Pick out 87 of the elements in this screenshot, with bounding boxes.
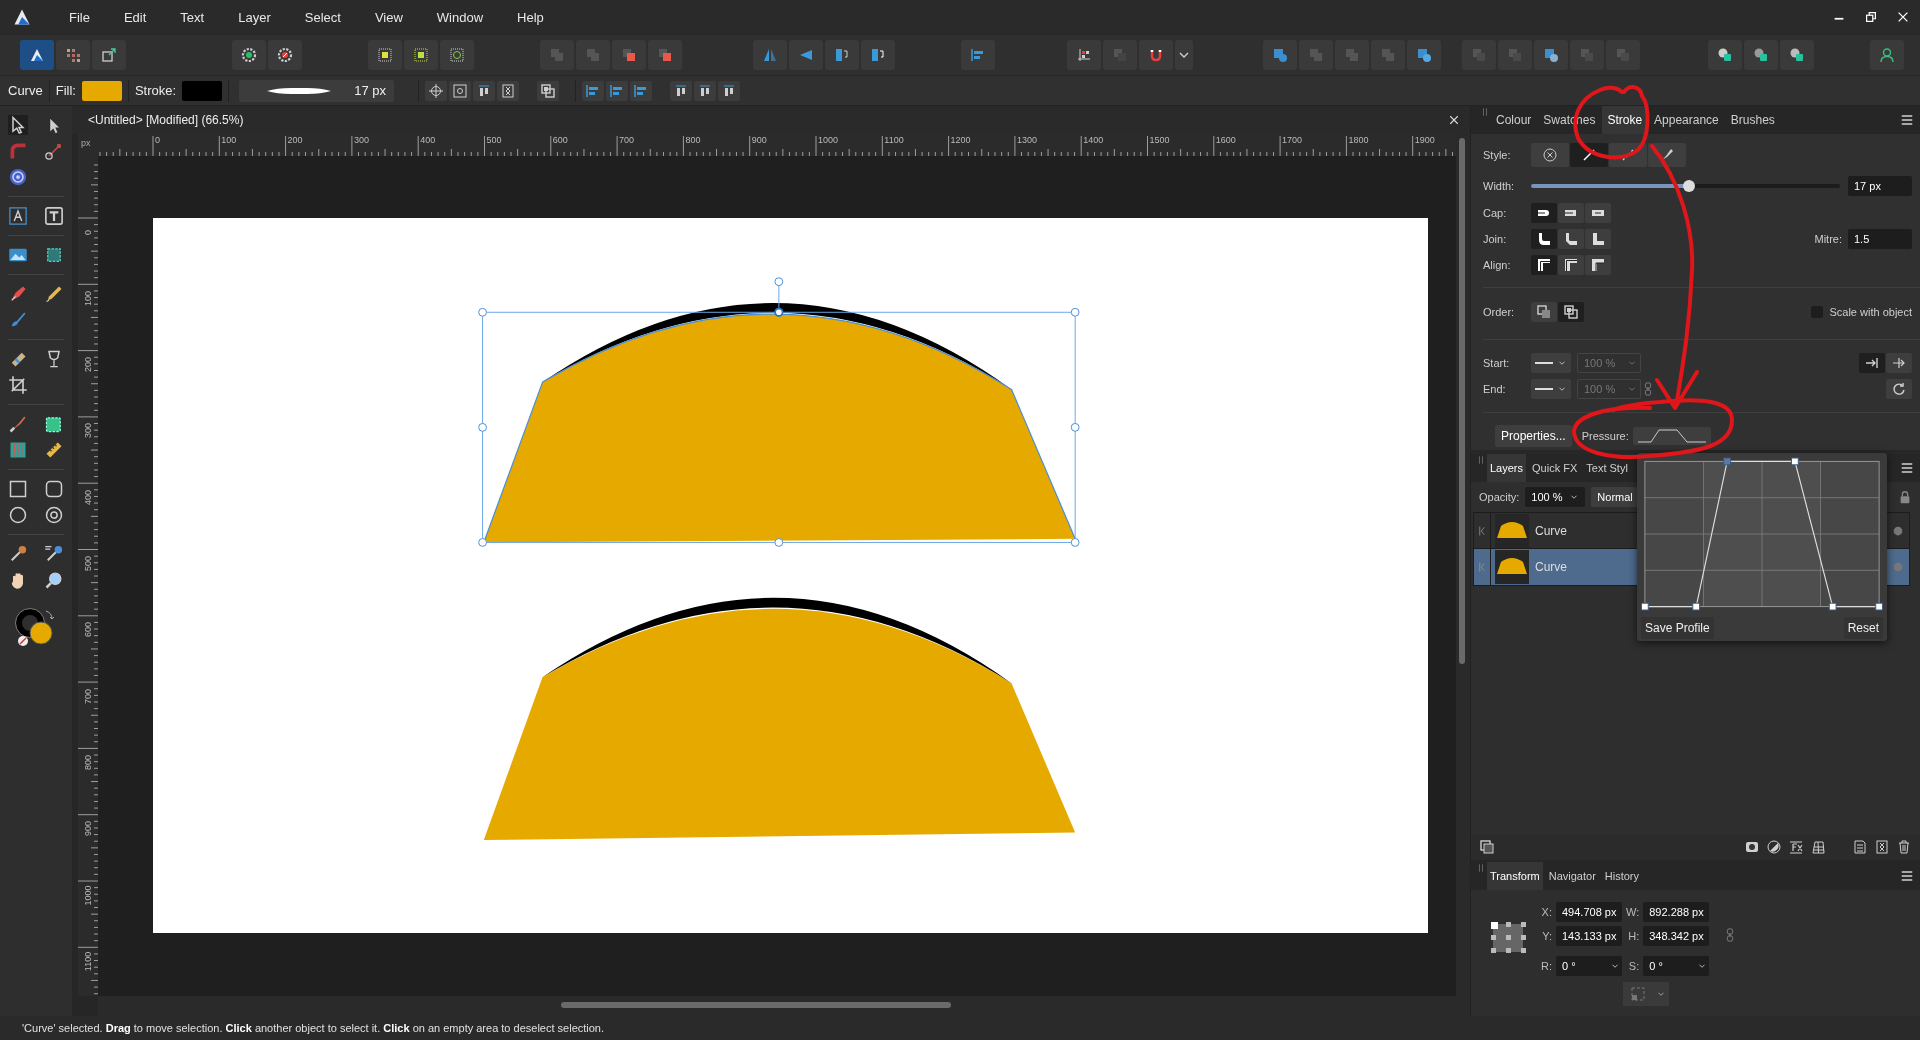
- ruler-label: 800: [685, 135, 701, 145]
- ruler-label: 300: [353, 135, 369, 145]
- ruler-label: 100: [221, 135, 237, 145]
- stroke-label: Stroke:: [134, 83, 177, 98]
- ruler-label: 0: [82, 228, 94, 237]
- ruler-label: 700: [619, 135, 635, 145]
- ruler-label: 1500: [1149, 135, 1170, 145]
- menu-item[interactable]: Select: [287, 9, 358, 25]
- panel-tab[interactable]: Colour: [1491, 106, 1537, 134]
- style-label: Style:: [1483, 149, 1512, 161]
- fill-label: Fill:: [55, 83, 76, 98]
- ruler-label: 1000: [82, 884, 94, 907]
- ruler-label: 400: [420, 135, 436, 145]
- end-label: End:: [1483, 383, 1507, 395]
- ruler-label: 1400: [1083, 135, 1104, 145]
- ruler-label: 300: [82, 422, 94, 441]
- ruler-label: 900: [751, 135, 767, 145]
- save-profile-button[interactable]: Save Profile: [1641, 617, 1714, 639]
- transform-field[interactable]: 494.708 px: [1556, 902, 1622, 922]
- width-label: Width:: [1483, 180, 1516, 192]
- ruler-label: 0: [155, 135, 160, 145]
- ruler-label: 1200: [950, 135, 971, 145]
- menu-item[interactable]: Window: [419, 9, 501, 25]
- align-label: Align:: [1483, 259, 1512, 271]
- panel-tab[interactable]: Layers: [1487, 454, 1527, 482]
- ruler-label: 900: [82, 820, 94, 839]
- panel-tab[interactable]: Brushes: [1725, 106, 1780, 134]
- transform-field[interactable]: 348.342 px: [1643, 926, 1710, 946]
- field-label: H:: [1627, 930, 1640, 942]
- opacity-field[interactable]: 100 %: [1525, 487, 1586, 507]
- ruler-label: 200: [82, 356, 94, 375]
- field-label: R:: [1541, 960, 1552, 972]
- ruler-label: 600: [552, 135, 568, 145]
- field-label: Y:: [1541, 930, 1552, 942]
- ruler-label: 500: [82, 555, 94, 573]
- menu-item[interactable]: File: [52, 9, 107, 25]
- scale-with-object-label: Scale with object: [1829, 306, 1912, 318]
- menu-item[interactable]: Text: [163, 9, 222, 25]
- ruler-label: 1900: [1414, 135, 1435, 145]
- panel-tab[interactable]: Appearance: [1649, 106, 1724, 134]
- transform-dropdown[interactable]: 0 °: [1643, 956, 1710, 976]
- ruler-label: 800: [82, 753, 94, 772]
- ruler-label: 400: [82, 488, 94, 507]
- transform-field[interactable]: 143.133 px: [1556, 926, 1622, 946]
- panel-tab[interactable]: Stroke: [1602, 106, 1648, 134]
- ruler-label: 1600: [1215, 135, 1236, 145]
- panel-tab[interactable]: Navigator: [1545, 862, 1599, 890]
- ruler-label: 200: [287, 135, 303, 145]
- menu-item[interactable]: Edit: [106, 9, 164, 25]
- stroke-width-control[interactable]: 17 px: [239, 79, 395, 102]
- ruler-label: 1300: [1016, 135, 1037, 145]
- width-field[interactable]: 17 px: [1848, 176, 1912, 196]
- menu-item[interactable]: View: [357, 9, 420, 25]
- reset-button[interactable]: Reset: [1843, 617, 1883, 639]
- ruler-label: 1100: [884, 135, 904, 145]
- transform-dropdown[interactable]: 0 °: [1556, 956, 1622, 976]
- menu-item[interactable]: Layer: [221, 9, 288, 25]
- document-title[interactable]: <Untitled> [Modified] (66.5%): [88, 113, 244, 127]
- field-label: W:: [1626, 906, 1640, 918]
- panel-tab[interactable]: Transform: [1487, 862, 1543, 890]
- ruler-label: 1100: [82, 950, 94, 973]
- opacity-label: Opacity:: [1479, 491, 1520, 503]
- join-label: Join:: [1483, 233, 1508, 245]
- cap-label: Cap:: [1483, 207, 1508, 219]
- ruler-unit: px: [81, 138, 91, 148]
- panel-tab[interactable]: Text Styl: [1583, 454, 1631, 482]
- pressure-label: Pressure:: [1581, 430, 1629, 442]
- ruler-label: 600: [82, 621, 94, 640]
- ruler-label: 700: [82, 687, 94, 706]
- object-type-label: Curve: [8, 83, 43, 98]
- mitre-label: Mitre:: [1814, 233, 1842, 245]
- transform-field[interactable]: 892.288 px: [1643, 902, 1710, 922]
- ruler-label: 1700: [1282, 135, 1303, 145]
- ruler-label: 500: [486, 135, 502, 145]
- mitre-field[interactable]: 1.5: [1848, 229, 1912, 249]
- properties-button[interactable]: Properties...: [1495, 425, 1572, 447]
- menu-item[interactable]: Help: [500, 9, 561, 25]
- panel-tab[interactable]: Quick FX: [1529, 454, 1581, 482]
- status-message: 'Curve' selected. Drag to move selection. Click another object to select it. Click on an empty area to deselect selection.: [22, 1022, 605, 1034]
- ruler-label: 100: [82, 289, 94, 308]
- start-label: Start:: [1483, 357, 1511, 369]
- field-label: S:: [1627, 960, 1640, 972]
- field-label: X:: [1541, 906, 1552, 918]
- panel-tab[interactable]: History: [1601, 862, 1643, 890]
- ruler-label: 1000: [818, 135, 839, 145]
- ruler-label: 1800: [1348, 135, 1369, 145]
- order-label: Order:: [1483, 306, 1516, 318]
